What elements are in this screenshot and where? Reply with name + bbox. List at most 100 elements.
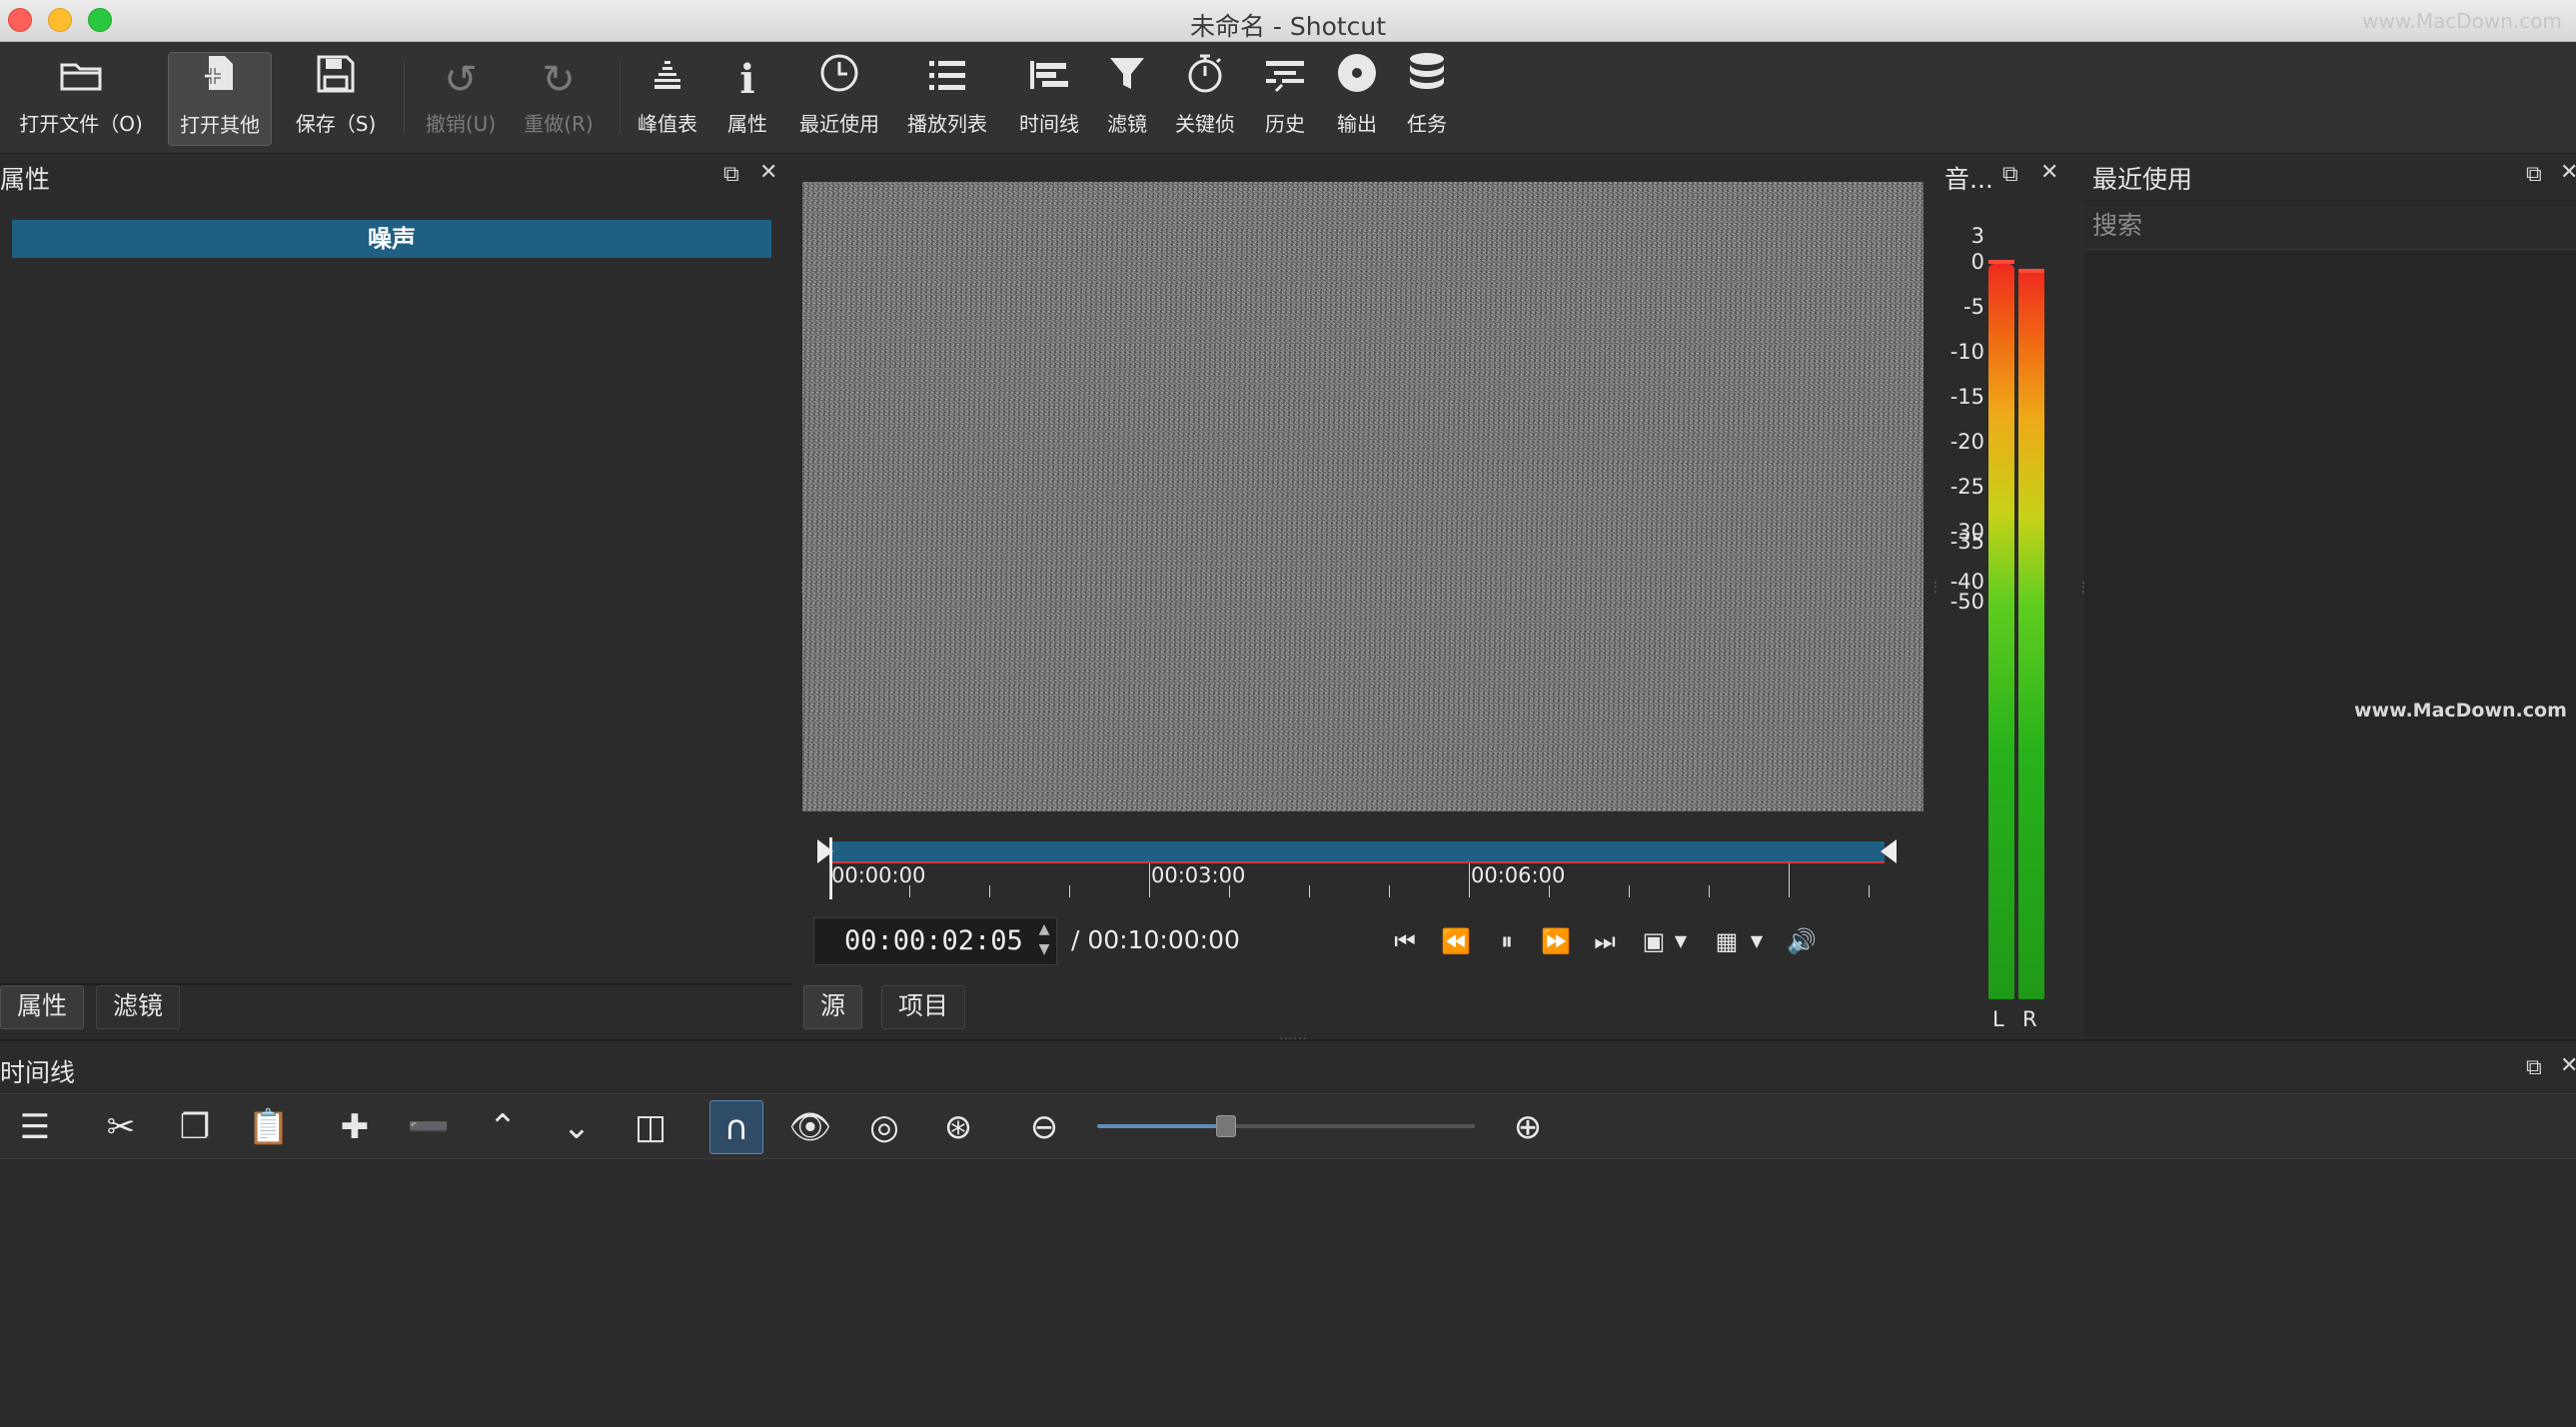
save-button[interactable]: 保存（S) bbox=[284, 52, 388, 146]
close-icon[interactable]: ✕ bbox=[759, 160, 777, 185]
filters-button[interactable]: 滤镜 bbox=[1099, 52, 1155, 146]
player-tabbar: 源 项目 bbox=[803, 981, 1003, 1031]
floppy-icon bbox=[284, 52, 388, 108]
info-icon: i bbox=[739, 56, 755, 103]
volume-icon[interactable]: 🔊 bbox=[1785, 921, 1819, 961]
open-other-icon bbox=[169, 53, 271, 109]
meter-bar-right bbox=[2018, 270, 2044, 999]
open-other-button[interactable]: 打开其他 bbox=[168, 52, 272, 146]
zoom-fit-icon[interactable]: ▣ bbox=[1639, 921, 1669, 961]
recent-panel-title: 最近使用 bbox=[2092, 165, 2193, 194]
float-icon[interactable]: ⧉ bbox=[2526, 1055, 2542, 1080]
zoom-out-icon[interactable]: ⊖ bbox=[1017, 1100, 1071, 1154]
close-icon[interactable]: ✕ bbox=[2560, 1053, 2576, 1078]
rewind-icon[interactable]: ⏪ bbox=[1439, 921, 1473, 961]
meter-channel-label: L bbox=[1992, 1007, 2004, 1031]
player-scrubber[interactable]: 00:00:00 00:03:00 00:06:00 bbox=[817, 833, 1897, 901]
ruler-tick bbox=[1149, 863, 1150, 897]
float-icon[interactable]: ⧉ bbox=[2002, 162, 2018, 187]
timecode-input[interactable]: 00:00:02:05 bbox=[813, 917, 1057, 965]
ruler-tick bbox=[829, 863, 830, 897]
timeline-zoom-slider[interactable] bbox=[1097, 1115, 1475, 1137]
float-icon[interactable]: ⧉ bbox=[2526, 162, 2542, 187]
meter-scale-label: -20 bbox=[1949, 430, 1984, 454]
ruler-tick bbox=[1789, 863, 1790, 897]
window-titlebar: 未命名 - Shotcut www.MacDown.com bbox=[0, 0, 2576, 42]
undo-button[interactable]: ↺ 撤销(U) bbox=[414, 52, 508, 146]
properties-tabbar: 属性 滤镜 bbox=[0, 981, 789, 1031]
playlist-button[interactable]: 播放列表 bbox=[899, 52, 995, 146]
grid-icon[interactable]: ▦ bbox=[1711, 921, 1743, 961]
timecode-spinner[interactable]: ▲ ▼ bbox=[1033, 919, 1055, 963]
timeline-button[interactable]: 时间线 bbox=[1007, 52, 1091, 146]
redo-button[interactable]: ↻ 重做(R) bbox=[512, 52, 606, 146]
meter-channel-label: R bbox=[2022, 1007, 2037, 1031]
ruler-tick bbox=[1549, 885, 1550, 897]
tab-properties[interactable]: 属性 bbox=[0, 985, 85, 1029]
zoom-slider-fill bbox=[1097, 1124, 1226, 1128]
close-icon[interactable]: ✕ bbox=[2040, 160, 2058, 185]
splitter-handle[interactable]: ⋮ bbox=[1929, 580, 1942, 596]
ruler-label: 00:06:00 bbox=[1471, 863, 1566, 887]
meter-peak-right bbox=[2018, 268, 2044, 273]
ruler-tick bbox=[1309, 885, 1310, 897]
properties-selected-item[interactable]: 噪声 bbox=[12, 220, 771, 258]
titlebar-watermark: www.MacDown.com bbox=[2362, 9, 2562, 33]
history-button[interactable]: 历史 bbox=[1253, 52, 1317, 146]
snap-magnet-icon[interactable]: ∩ bbox=[709, 1100, 763, 1154]
split-icon[interactable]: ◫ bbox=[624, 1100, 677, 1154]
watermark-text: www.MacDown.com bbox=[2354, 700, 2567, 721]
paste-icon[interactable]: 📋 bbox=[242, 1100, 296, 1154]
skip-previous-icon[interactable]: ⏮ bbox=[1389, 921, 1421, 961]
scrub-eye-icon[interactable]: 👁 bbox=[783, 1100, 837, 1154]
jobs-button[interactable]: 任务 bbox=[1395, 52, 1459, 146]
tab-filters[interactable]: 滤镜 bbox=[96, 985, 181, 1029]
zoom-slider-handle[interactable] bbox=[1215, 1115, 1236, 1137]
disc-icon bbox=[1325, 52, 1389, 108]
out-point-marker[interactable] bbox=[1881, 839, 1897, 863]
ripple-all-icon[interactable]: ⊛ bbox=[931, 1100, 985, 1154]
tab-project[interactable]: 项目 bbox=[881, 985, 966, 1029]
properties-button[interactable]: i 属性 bbox=[711, 52, 783, 146]
open-file-button[interactable]: 打开文件（O) bbox=[6, 52, 156, 146]
append-icon[interactable]: ✚ bbox=[328, 1100, 382, 1154]
timeline-tracks-area[interactable] bbox=[0, 1159, 2576, 1427]
meter-scale-label: -10 bbox=[1949, 340, 1984, 364]
tab-source[interactable]: 源 bbox=[803, 985, 863, 1029]
lift-icon[interactable]: ⌃ bbox=[476, 1100, 530, 1154]
ruler-label: 00:03:00 bbox=[1151, 863, 1246, 887]
stopwatch-icon bbox=[1169, 52, 1241, 108]
database-icon bbox=[1395, 52, 1459, 108]
keyframes-button[interactable]: 关键侦 bbox=[1169, 52, 1241, 146]
float-icon[interactable]: ⧉ bbox=[723, 162, 739, 187]
chevron-down-icon[interactable]: ▼ bbox=[1747, 921, 1767, 961]
skip-next-icon[interactable]: ⏭ bbox=[1589, 921, 1621, 961]
ripple-icon[interactable]: ◎ bbox=[857, 1100, 911, 1154]
panel-divider bbox=[0, 1039, 2576, 1041]
meter-scale-label: 0 bbox=[1970, 250, 1984, 274]
overwrite-icon[interactable]: ⌄ bbox=[550, 1100, 604, 1154]
window-title: 未命名 - Shotcut bbox=[1189, 12, 1387, 41]
meter-scale-label: -35 bbox=[1949, 530, 1984, 554]
recent-button[interactable]: 最近使用 bbox=[791, 52, 887, 146]
ruler-tick bbox=[1869, 885, 1870, 897]
pause-icon[interactable]: ⏸ bbox=[1491, 921, 1523, 961]
recent-search-input[interactable] bbox=[2084, 202, 2576, 250]
chevron-down-icon[interactable]: ▼ bbox=[1671, 921, 1691, 961]
fast-forward-icon[interactable]: ⏩ bbox=[1539, 921, 1573, 961]
copy-icon[interactable]: ❐ bbox=[168, 1100, 222, 1154]
recent-list[interactable] bbox=[2084, 200, 2576, 1037]
meter-bar-left bbox=[1988, 264, 2014, 999]
ruler-tick bbox=[1389, 885, 1390, 897]
remove-icon[interactable]: ➖ bbox=[402, 1100, 456, 1154]
video-preview[interactable] bbox=[802, 182, 1924, 811]
zoom-in-icon[interactable]: ⊕ bbox=[1501, 1100, 1555, 1154]
meter-scale-label: -5 bbox=[1963, 295, 1984, 319]
peak-meter-button[interactable]: 峰值表 bbox=[628, 52, 707, 146]
menu-icon[interactable]: ☰ bbox=[8, 1100, 62, 1154]
cut-icon[interactable]: ✂ bbox=[94, 1100, 148, 1154]
audio-meter-title: 音... bbox=[1944, 165, 1993, 194]
close-icon[interactable]: ✕ bbox=[2560, 160, 2576, 185]
export-button[interactable]: 输出 bbox=[1325, 52, 1389, 146]
ruler-tick bbox=[1709, 885, 1710, 897]
